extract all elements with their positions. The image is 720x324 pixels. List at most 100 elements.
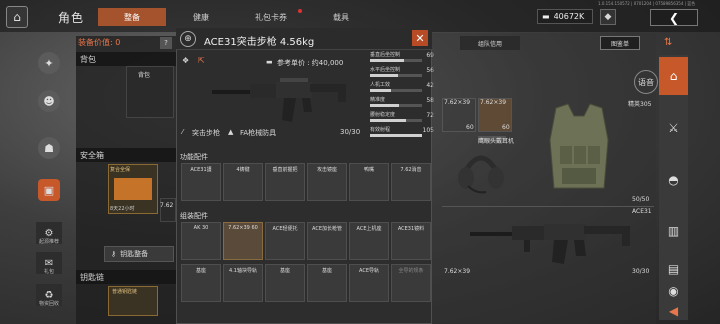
currency-amount: 40672K bbox=[553, 12, 585, 21]
chest-icon[interactable]: ▣ bbox=[38, 179, 60, 201]
safe-item-label: 复合全保 bbox=[110, 167, 131, 173]
functional-slot-label: 攻击镜座 bbox=[316, 167, 337, 173]
functional-slot-label: ACE31護 bbox=[190, 167, 212, 173]
weapon-type: 突击步枪 bbox=[192, 129, 220, 137]
share-icon[interactable]: ⇱ bbox=[198, 56, 205, 65]
home-icon[interactable]: ⌂ bbox=[659, 57, 688, 95]
stat-label: 腰射稳定度 bbox=[370, 112, 396, 118]
assembly-slot-label: 基座 bbox=[195, 268, 206, 274]
backpack-slot-label: 背包 bbox=[138, 72, 151, 79]
vest-pouch bbox=[560, 146, 572, 164]
banknote-icon-small: ▬ bbox=[266, 58, 273, 66]
armor-tag: FA枪械防具 bbox=[240, 129, 277, 137]
tab-equip[interactable]: 整备 bbox=[98, 8, 166, 26]
rifle-barrel bbox=[470, 232, 514, 236]
ammo-count: 60 bbox=[502, 124, 510, 131]
helmet-icon[interactable]: ◓ bbox=[659, 161, 688, 199]
assembly-slot-label: 基座 bbox=[321, 268, 332, 274]
backpack-header: 背包 bbox=[76, 52, 176, 66]
headset-image bbox=[458, 155, 504, 194]
rifle-handguard bbox=[250, 84, 278, 98]
banknote-icon: ▬ bbox=[542, 12, 550, 21]
currency-display[interactable]: ▬ 40672K bbox=[537, 9, 593, 24]
assembly-slot-label: ACE上机座 bbox=[356, 226, 382, 232]
rifle-stock bbox=[584, 226, 628, 234]
inspect-icon[interactable]: ❖ bbox=[182, 56, 189, 65]
vest-pouch bbox=[574, 146, 586, 164]
back-arrow-icon[interactable]: ◀ bbox=[659, 292, 688, 324]
key-case-button[interactable]: ⚷ 钥匙整备 bbox=[104, 246, 174, 262]
collapse-button[interactable]: ❮ bbox=[650, 9, 698, 26]
help-icon[interactable]: ? bbox=[160, 37, 172, 49]
key-icon: ⚷ bbox=[111, 250, 117, 258]
functional-slot-label: 垂直前握把 bbox=[272, 167, 298, 173]
ammo-count: 60 bbox=[466, 124, 474, 131]
mask-icon[interactable]: ☗ bbox=[38, 137, 60, 159]
voice-button[interactable]: 语音 bbox=[634, 70, 658, 94]
ammo-partial-label: 7.62 bbox=[160, 202, 174, 209]
durability: 30/30 bbox=[340, 128, 361, 136]
assembly-slot-label: 全导的规条 bbox=[398, 268, 424, 274]
rifle-magazine bbox=[282, 98, 296, 122]
armor-tag-icon: ▲ bbox=[228, 128, 234, 136]
stat-bar-fill bbox=[370, 59, 404, 62]
rifle-foregrip bbox=[524, 240, 530, 252]
equipment-value: 装备价值: 0 bbox=[78, 38, 121, 47]
rifle-grip bbox=[574, 240, 586, 256]
assembly-attachments-label: 组装配件 bbox=[180, 212, 208, 220]
stat-bar-fill bbox=[370, 104, 399, 107]
stat-label: 垂直后坐控制 bbox=[370, 52, 401, 58]
rifle-handguard bbox=[512, 226, 546, 240]
tab-gift-cards[interactable]: 礼包卡券 bbox=[236, 8, 306, 26]
version-text: 1.0.154.150572 | 0701204 | 07589856354 |… bbox=[598, 1, 696, 6]
vest-lower-panel bbox=[562, 168, 596, 184]
rifle-buttpad bbox=[622, 226, 630, 246]
functional-slot-label: 鸭嘴 bbox=[363, 167, 374, 173]
rifle-icon[interactable]: ⚔ bbox=[659, 109, 688, 147]
close-button[interactable]: ✕ bbox=[412, 30, 428, 46]
home-back-button[interactable]: ⌂ bbox=[6, 6, 28, 28]
tab-vehicle[interactable]: 载具 bbox=[306, 8, 376, 26]
stat-bar-fill bbox=[370, 74, 398, 77]
safe-box-header: 安全箱 bbox=[76, 148, 176, 162]
stat-label: 精准度 bbox=[370, 97, 386, 103]
vest-label: 精英305 bbox=[628, 101, 652, 108]
headset-mic bbox=[467, 185, 487, 194]
weapon-ammo-label: 7.62×39 bbox=[444, 268, 471, 275]
character-icon[interactable]: ✦ bbox=[38, 52, 60, 74]
voice-label: 语音 bbox=[638, 77, 654, 87]
squad-icon: ◆ bbox=[604, 12, 612, 22]
recycle-label: 物资回收 bbox=[38, 301, 59, 307]
rifle-receiver bbox=[276, 82, 312, 98]
operator-icon[interactable]: ☻ bbox=[38, 90, 60, 112]
tab-health[interactable]: 健康 bbox=[166, 8, 236, 26]
headset-right-cup bbox=[488, 167, 504, 189]
stat-bar-fill bbox=[370, 89, 391, 92]
vest-icon[interactable]: ▥ bbox=[659, 212, 688, 250]
vest-pouch bbox=[588, 146, 600, 164]
gift-label: 礼包 bbox=[43, 269, 54, 275]
rifle-buttpad bbox=[338, 84, 346, 102]
functional-slot-label: 7.62消音 bbox=[400, 167, 422, 173]
functional-attachments-label: 功能配件 bbox=[180, 153, 208, 161]
ace31-rifle-image bbox=[212, 78, 346, 122]
stat-bar-fill bbox=[370, 119, 406, 122]
squad-button[interactable]: ◆ bbox=[600, 9, 616, 25]
stat-label: 水平后坐控制 bbox=[370, 67, 401, 73]
safe-timer: 8天22小时 bbox=[110, 206, 135, 212]
key-case-label: 钥匙整备 bbox=[120, 250, 149, 258]
rifle-magazine bbox=[552, 240, 568, 264]
safe-case-icon bbox=[114, 178, 152, 200]
functional-slot-label: 4铸键 bbox=[236, 167, 250, 173]
keychain-header: 钥匙链 bbox=[76, 270, 176, 284]
rifle-type-icon: ⁄ bbox=[182, 128, 184, 136]
tab-catalog[interactable]: 图鉴单 bbox=[600, 36, 640, 50]
tab-squad-credit[interactable]: 组队信用 bbox=[460, 36, 520, 50]
notification-dot bbox=[298, 9, 302, 13]
assembly-slot-label: 4.1轴块导轨 bbox=[229, 268, 257, 274]
weapon-badge-icon: ⊕ bbox=[180, 31, 196, 47]
rifle-barrel bbox=[212, 90, 252, 94]
stat-bar-fill bbox=[370, 134, 422, 137]
ammo-label: 7.62×39 bbox=[480, 99, 507, 106]
sort-icon[interactable]: ⇅ bbox=[664, 37, 672, 48]
